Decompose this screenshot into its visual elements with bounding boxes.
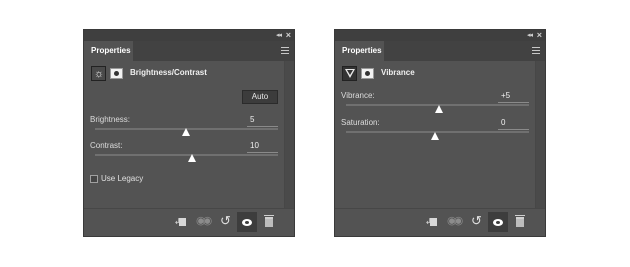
panel-footer-toolbar: ↲ ◉◉ ↺ — [335, 208, 545, 236]
panel-menu-icon[interactable] — [281, 47, 289, 54]
eye-icon — [242, 219, 252, 226]
clip-to-layer-icon: ↲ — [174, 218, 186, 226]
contrast-slider-track[interactable] — [95, 154, 278, 156]
clip-to-layer-button[interactable]: ↲ — [170, 212, 190, 232]
saturation-value[interactable]: 0 — [501, 118, 505, 127]
saturation-value-underline — [498, 129, 529, 130]
properties-panel-brightness-contrast: ◂◂ × Properties ☼ Brightness/Contrast Au… — [83, 29, 295, 237]
reset-button[interactable]: ↺ — [215, 212, 235, 232]
close-panel-icon[interactable]: × — [537, 30, 542, 40]
tab-properties[interactable]: Properties — [335, 41, 384, 61]
contrast-value-underline — [247, 152, 278, 153]
use-legacy-label[interactable]: Use Legacy — [101, 174, 143, 183]
panel-title-strip: ◂◂ × — [84, 30, 294, 41]
use-legacy-checkbox[interactable] — [90, 175, 98, 183]
panel-title-strip: ◂◂ × — [335, 30, 545, 41]
vibrance-label: Vibrance: — [341, 91, 375, 100]
clip-to-layer-icon: ↲ — [425, 218, 437, 226]
auto-button[interactable]: Auto — [242, 90, 278, 104]
saturation-slider-thumb[interactable] — [431, 132, 439, 140]
brightness-label: Brightness: — [90, 115, 131, 124]
view-previous-state-button[interactable]: ◉◉ — [444, 212, 464, 232]
view-previous-state-icon: ◉◉ — [196, 215, 212, 227]
view-previous-state-button[interactable]: ◉◉ — [193, 212, 213, 232]
toggle-visibility-button[interactable] — [237, 212, 257, 232]
tab-properties[interactable]: Properties — [84, 41, 133, 61]
layer-mask-icon[interactable] — [110, 68, 123, 79]
saturation-label: Saturation: — [341, 118, 380, 127]
brightness-contrast-icon: ☼ — [91, 66, 106, 81]
delete-button[interactable] — [510, 212, 530, 232]
vibrance-value[interactable]: +5 — [501, 91, 510, 100]
clip-to-layer-button[interactable]: ↲ — [421, 212, 441, 232]
vibrance-value-underline — [498, 102, 529, 103]
contrast-value[interactable]: 10 — [250, 141, 259, 150]
contrast-slider-thumb[interactable] — [188, 154, 196, 162]
brightness-value[interactable]: 5 — [250, 115, 254, 124]
brightness-slider-thumb[interactable] — [182, 128, 190, 136]
properties-panel-vibrance: ◂◂ × Properties Vibrance Vibrance: +5 Sa… — [334, 29, 546, 237]
layer-mask-icon[interactable] — [361, 68, 374, 79]
delete-button[interactable] — [259, 212, 279, 232]
collapse-panel-icon[interactable]: ◂◂ — [527, 31, 533, 39]
eye-icon — [493, 219, 503, 226]
collapse-panel-icon[interactable]: ◂◂ — [276, 31, 282, 39]
view-previous-state-icon: ◉◉ — [447, 215, 463, 227]
panel-tab-bar: Properties — [84, 41, 294, 61]
reset-icon: ↺ — [471, 213, 482, 228]
brightness-value-underline — [247, 126, 278, 127]
trash-icon — [515, 215, 525, 227]
adjustment-title: Brightness/Contrast — [130, 68, 207, 77]
vibrance-slider-thumb[interactable] — [435, 105, 443, 113]
panel-footer-toolbar: ↲ ◉◉ ↺ — [84, 208, 294, 236]
vibrance-icon — [342, 66, 357, 81]
trash-icon — [264, 215, 274, 227]
reset-icon: ↺ — [220, 213, 231, 228]
reset-button[interactable]: ↺ — [466, 212, 486, 232]
contrast-label: Contrast: — [90, 141, 123, 150]
adjustment-title: Vibrance — [381, 68, 415, 77]
panel-scrollbar[interactable] — [284, 61, 294, 210]
panel-menu-icon[interactable] — [532, 47, 540, 54]
toggle-visibility-button[interactable] — [488, 212, 508, 232]
panel-tab-bar: Properties — [335, 41, 545, 61]
close-panel-icon[interactable]: × — [286, 30, 291, 40]
panel-scrollbar[interactable] — [535, 61, 545, 210]
